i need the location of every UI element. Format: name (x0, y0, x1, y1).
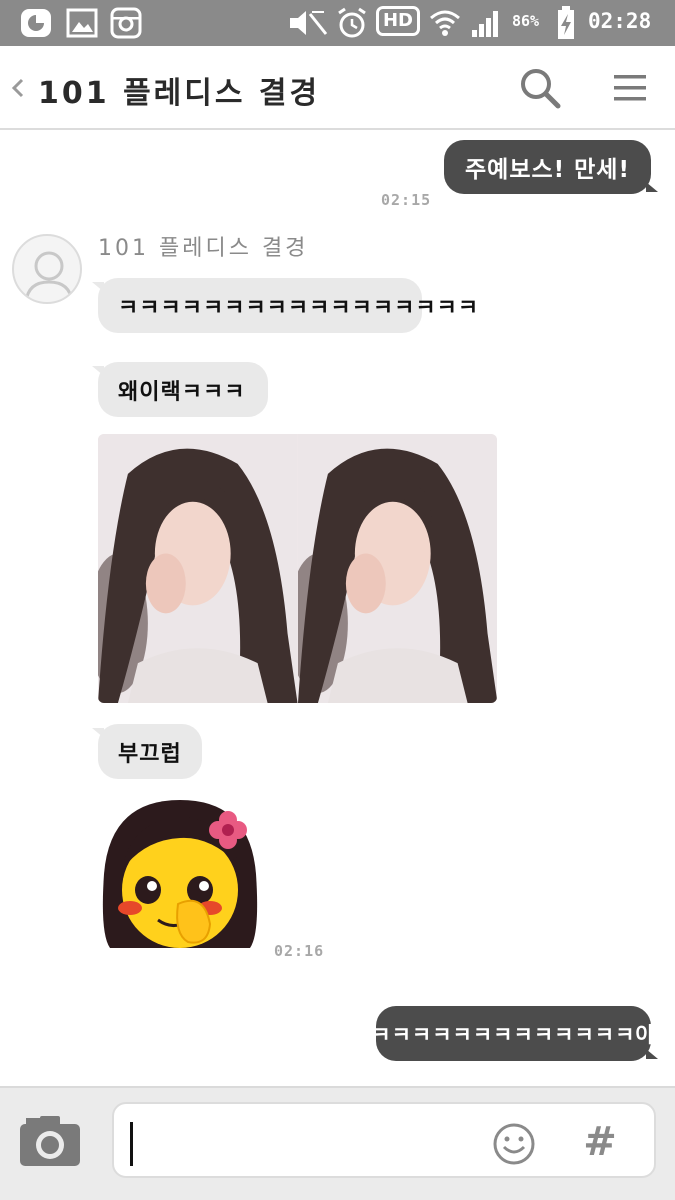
incoming-message[interactable]: 부끄럽 (92, 724, 202, 779)
chat-area[interactable]: 주예보스! 만세! 02:15 101 플레디스 결경 ㅋㅋㅋㅋㅋㅋㅋㅋㅋㅋㅋㅋ… (0, 132, 675, 1086)
shy-girl-emoticon[interactable] (100, 794, 260, 954)
hashtag-button[interactable]: # (580, 1116, 620, 1168)
outgoing-message[interactable]: ㅋㅋㅋㅋㅋㅋㅋㅋㅋㅋㅋㅋㅋ아 (371, 1006, 658, 1061)
battery-charging-icon (558, 6, 574, 39)
camera-icon[interactable] (18, 1112, 82, 1168)
battery-percent: 86% (512, 12, 540, 30)
app-icon (21, 9, 51, 37)
gallery-icon (66, 8, 98, 38)
photo-left (98, 434, 298, 703)
photo-right (297, 434, 497, 703)
photo-message[interactable] (98, 434, 497, 703)
outgoing-message[interactable]: 주예보스! 만세! (444, 140, 658, 194)
search-icon[interactable] (518, 66, 562, 110)
message-text: ㅋㅋㅋㅋㅋㅋㅋㅋㅋㅋㅋㅋㅋㅋㅋㅋㅋ (118, 295, 480, 321)
default-profile-icon (24, 251, 74, 302)
hd-icon: HD (376, 6, 420, 36)
alarm-icon (338, 7, 366, 38)
smiley-icon[interactable] (492, 1122, 536, 1166)
chat-title: 101 플레디스 결경 (38, 76, 321, 111)
status-bar: HD 86% 02:28 (0, 0, 675, 46)
message-text: ㅋㅋㅋㅋㅋㅋㅋㅋㅋㅋㅋㅋㅋ아 (371, 1022, 656, 1047)
clock: 02:28 (588, 9, 652, 33)
composer-bar: # (0, 1086, 675, 1200)
message-text: 부끄럽 (118, 741, 182, 767)
signal-icon (472, 11, 498, 37)
instagram-icon (110, 7, 142, 39)
incoming-message[interactable]: 왜이랙ㅋㅋㅋ (92, 362, 268, 417)
message-text: 주예보스! 만세! (465, 157, 630, 183)
chevron-left-icon[interactable] (10, 76, 26, 100)
message-input[interactable]: # (112, 1102, 656, 1178)
hamburger-menu-icon[interactable] (610, 68, 650, 108)
text-cursor (130, 1122, 133, 1166)
message-timestamp: 02:16 (274, 942, 325, 960)
avatar[interactable] (12, 234, 82, 304)
chat-header: 101 플레디스 결경 (0, 46, 675, 130)
wifi-icon (430, 10, 460, 36)
incoming-message[interactable]: ㅋㅋㅋㅋㅋㅋㅋㅋㅋㅋㅋㅋㅋㅋㅋㅋㅋ (92, 278, 478, 333)
message-timestamp: 02:15 (381, 191, 432, 209)
mute-icon (290, 11, 328, 35)
sender-name: 101 플레디스 결경 (98, 236, 309, 261)
message-text: 왜이랙ㅋㅋㅋ (118, 379, 246, 405)
